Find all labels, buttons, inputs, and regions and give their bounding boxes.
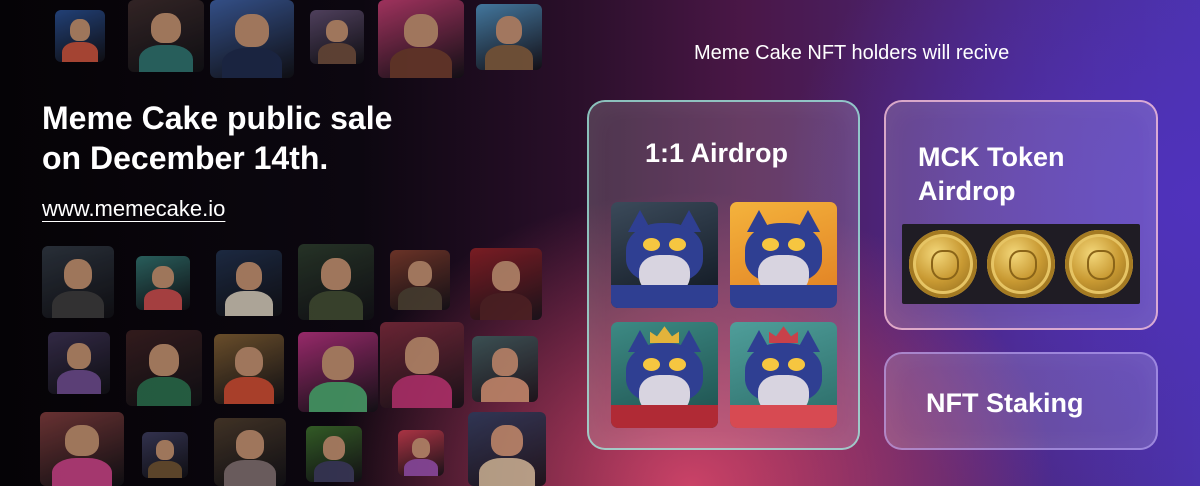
nft-avatar-image bbox=[390, 250, 450, 310]
nft-avatar-image bbox=[142, 432, 188, 478]
token-airdrop-card: MCK Token Airdrop bbox=[884, 100, 1158, 330]
promo-banner: Meme Cake public sale on December 14th. … bbox=[0, 0, 1200, 486]
nft-avatar-image bbox=[128, 0, 204, 72]
holders-caption: Meme Cake NFT holders will recive bbox=[694, 42, 1010, 64]
airdrop-title: 1:1 Airdrop bbox=[645, 138, 789, 168]
cat-nft-image bbox=[730, 202, 837, 308]
coin-strip bbox=[902, 224, 1140, 304]
token-title-line-2: Airdrop bbox=[918, 176, 1016, 206]
cat-nft-image bbox=[611, 202, 718, 308]
nft-avatar-image bbox=[468, 412, 546, 486]
nft-avatar-image bbox=[136, 256, 190, 310]
nft-avatar-image bbox=[380, 322, 464, 408]
nft-avatar-image bbox=[126, 330, 202, 406]
nft-avatar-image bbox=[472, 336, 538, 402]
nft-avatar-image bbox=[476, 4, 542, 70]
website-link[interactable]: www.memecake.io bbox=[42, 196, 225, 222]
headline-line-1: Meme Cake public sale bbox=[42, 100, 393, 136]
mck-coin-icon bbox=[909, 230, 977, 298]
nft-avatar-image bbox=[310, 10, 364, 64]
nft-avatar-image bbox=[378, 0, 464, 78]
nft-staking-card: NFT Staking bbox=[884, 352, 1158, 450]
nft-avatar-image bbox=[298, 332, 378, 412]
cat-nft-king-image bbox=[611, 322, 718, 428]
headline-line-2: on December 14th. bbox=[42, 140, 329, 176]
nft-avatar-image bbox=[470, 248, 542, 320]
mck-coin-icon bbox=[1065, 230, 1133, 298]
nft-avatar-image bbox=[398, 430, 444, 476]
token-title-line-1: MCK Token bbox=[918, 142, 1065, 172]
nft-avatar-image bbox=[298, 244, 374, 320]
nft-avatar-image bbox=[42, 246, 114, 318]
nft-avatar-image bbox=[214, 334, 284, 404]
nft-avatar-image bbox=[216, 250, 282, 316]
sale-headline: Meme Cake public sale on December 14th. bbox=[42, 98, 462, 178]
token-airdrop-title: MCK Token Airdrop bbox=[918, 140, 1138, 208]
nft-avatar-image bbox=[306, 426, 362, 482]
nft-avatar-image bbox=[210, 0, 294, 78]
nft-staking-title: NFT Staking bbox=[926, 388, 1084, 418]
mck-coin-icon bbox=[987, 230, 1055, 298]
nft-avatar-image bbox=[55, 10, 105, 62]
nft-avatar-image bbox=[214, 418, 286, 486]
nft-avatar-image bbox=[48, 332, 110, 394]
cat-nft-robe-image bbox=[730, 322, 837, 428]
nft-avatar-image bbox=[40, 412, 124, 486]
airdrop-card: 1:1 Airdrop bbox=[587, 100, 860, 450]
